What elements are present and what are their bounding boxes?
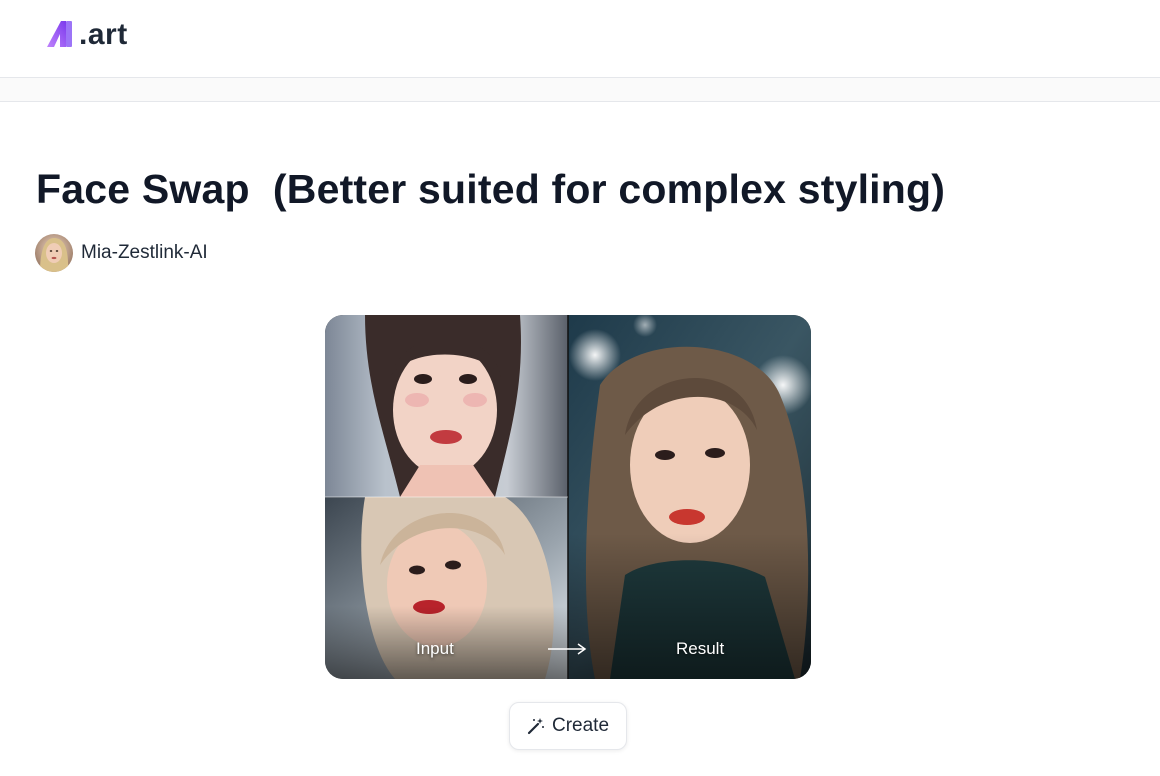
page-title: Face Swap (Better suited for complex sty… [36, 166, 946, 212]
arrow-right-icon [548, 643, 587, 655]
site-logo[interactable]: .art [44, 14, 128, 54]
avatar [35, 234, 73, 272]
create-button-label: Create [551, 715, 610, 736]
logo-text: .art [79, 18, 128, 51]
top-header: .art [0, 0, 1160, 78]
magic-wand-icon [527, 718, 544, 735]
result-photo [568, 315, 811, 679]
input-face-photo [325, 315, 568, 497]
input-label: Input [416, 639, 454, 658]
face-swap-preview-image: Input Result [325, 315, 811, 679]
author-link[interactable]: Mia-Zestlink-AI [35, 234, 208, 272]
preview-collage [325, 315, 811, 679]
result-label: Result [676, 639, 725, 658]
sub-header-bar [0, 78, 1160, 102]
create-button[interactable]: Create [509, 702, 627, 750]
author-name: Mia-Zestlink-AI [81, 242, 208, 263]
a-letter-logo-icon [47, 21, 72, 47]
